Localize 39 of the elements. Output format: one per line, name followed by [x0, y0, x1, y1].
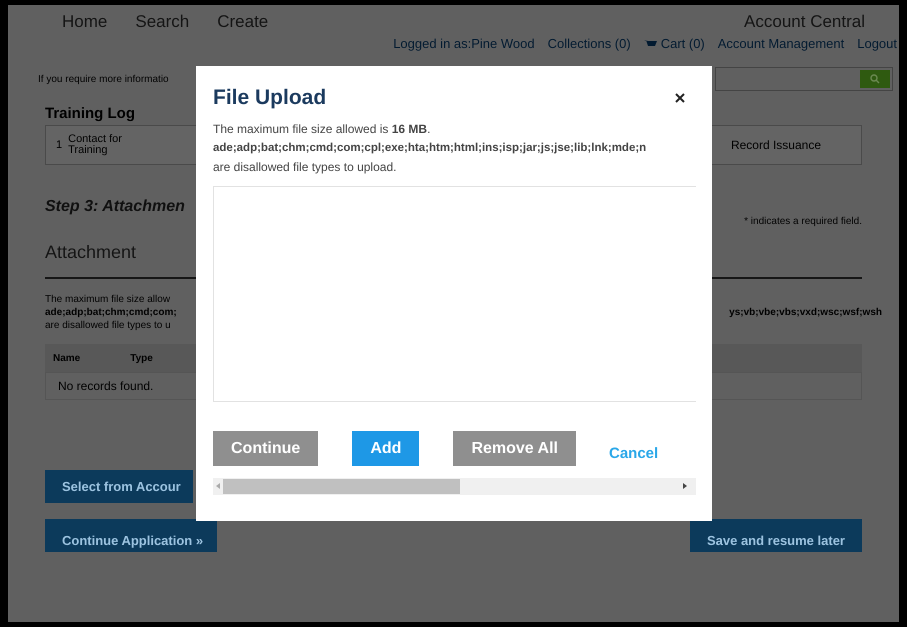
search-icon [870, 74, 880, 84]
user-link[interactable]: Logged in as:Pine Wood [393, 34, 535, 54]
dialog-button[interactable]: Add [352, 431, 420, 466]
user-link[interactable]: Cart (0) [660, 34, 705, 54]
file-types-note: are disallowed file types to upload. [213, 158, 398, 176]
horizontal-scrollbar[interactable] [213, 478, 696, 494]
save-resume-button[interactable]: Save and resume later [690, 519, 862, 552]
column-header: Name [53, 352, 80, 366]
attachment-note: ade;adp;bat;chm;cmd;com; [45, 306, 177, 319]
section-title: Attachment [45, 241, 138, 264]
step-label: Contact for Training [68, 134, 123, 156]
step-label: Record Issuance [730, 140, 821, 150]
close-icon [675, 92, 685, 103]
column-header: Type [130, 352, 153, 366]
step-title: Step 3: Attachmen [45, 197, 185, 217]
size-text: The maximum file size allowed is 16 MB. [213, 120, 432, 138]
nav-link[interactable]: Home [62, 9, 108, 35]
attachment-note: The maximum file size allow [45, 293, 172, 306]
continue-application-button[interactable]: Continue Application » [45, 519, 218, 552]
select-button[interactable]: Select from Accour [45, 470, 193, 503]
scrollbar-thumb[interactable] [223, 478, 460, 494]
cancel-link[interactable]: Cancel [608, 443, 658, 466]
dialog-title: File Upload [213, 85, 326, 111]
user-link[interactable]: Account Management [718, 34, 844, 54]
section-title: Training Log [45, 104, 135, 124]
nav-link[interactable]: Create [217, 9, 268, 35]
search-field[interactable] [715, 67, 893, 91]
attachment-note: ys;vb;vbe;vbs;vxd;wsc;wsf;wsh [729, 306, 882, 319]
search-button[interactable] [860, 70, 890, 88]
nav-link[interactable]: Search [135, 9, 190, 35]
account-central-link[interactable]: Account Central [744, 9, 865, 35]
info-text: If you require more informatio [38, 72, 169, 86]
step-number: 1 [56, 140, 62, 150]
empty-message: No records found. [58, 378, 154, 395]
user-link[interactable]: Logout [857, 34, 897, 54]
required-note: * indicates a required field. [744, 215, 862, 229]
file-types-text: ade;adp;bat;chm;cmd;com;cpl;exe;hta;htm;html;ins;isp;jar;js;jse;lib;lnk;mde;n [213, 140, 648, 156]
user-link[interactable]: Collections (0) [548, 34, 631, 54]
attachment-note: are disallowed file types to u [45, 319, 172, 332]
